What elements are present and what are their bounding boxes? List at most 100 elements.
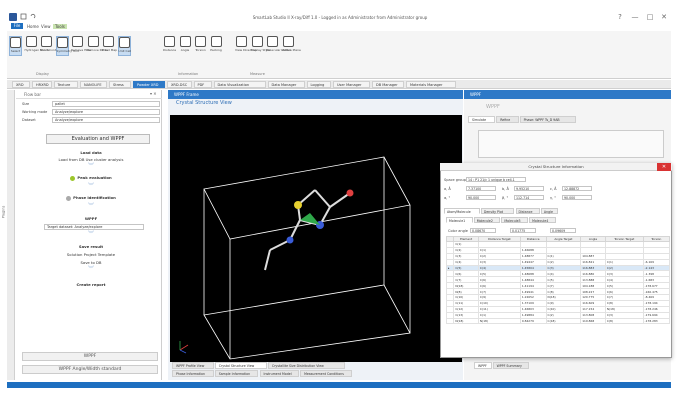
- wppf-tab[interactable]: Simulate: [468, 116, 496, 123]
- undo-quick-icon[interactable]: [29, 13, 36, 20]
- dialog-tab[interactable]: Density Plot: [480, 208, 515, 214]
- ribbon-button-model[interactable]: Molecular Model: [266, 36, 291, 56]
- dialog-subtab[interactable]: Molecule2: [473, 217, 501, 223]
- alpha-field[interactable]: 90.000: [466, 195, 496, 200]
- ribbon-tab-home[interactable]: Home: [27, 24, 39, 29]
- wppf-tab[interactable]: Phase: WPPF Ts_D 9AB: [519, 116, 576, 123]
- sulfur-atom: [294, 201, 302, 209]
- viewer-tab[interactable]: WPPF Profile View: [172, 362, 214, 369]
- ribbon-button-direction[interactable]: View Direction: [235, 36, 257, 56]
- ribbon-button-symmetry[interactable]: Symmetry Unit: [55, 36, 79, 56]
- wppf-bottom-tab[interactable]: WPPF Summary: [492, 362, 530, 369]
- atom-table[interactable]: Element Distance Target Distance Angle Targ…: [445, 236, 671, 325]
- main-tab[interactable]: Texture: [53, 81, 78, 88]
- main-tab[interactable]: Logging: [306, 81, 331, 88]
- ribbon-tab-tools[interactable]: Tools: [53, 24, 67, 29]
- ribbon-button-plane[interactable]: Lattice Plane: [282, 36, 301, 56]
- table-row[interactable]: N(18) N(18) 0.84279 C(18) 119.868 C(8) -178.28…: [445, 317, 671, 325]
- chevron-down-icon: ︾: [87, 231, 94, 238]
- plugins-sidebar[interactable]: [7, 90, 15, 380]
- pin-icon[interactable]: ▾ ✕: [150, 91, 157, 96]
- a-field[interactable]: 7.37100: [466, 186, 496, 191]
- cell-icon: [118, 37, 130, 48]
- ribbon-button-cursor[interactable]: Select: [9, 36, 22, 56]
- wppf-bottom-tab[interactable]: WPPF: [474, 362, 492, 369]
- beta-field[interactable]: 112.714: [514, 195, 544, 200]
- table-cell[interactable]: N(18): [453, 317, 479, 325]
- wppf-angle-width-button[interactable]: WPPF Angle/Width standard: [22, 365, 158, 374]
- viewer-tab[interactable]: Crystallite Size Distribution View: [267, 362, 346, 369]
- info-tab[interactable]: Instrument Model: [259, 370, 300, 377]
- maximize-button[interactable]: □: [645, 13, 655, 21]
- crystal-structure-canvas[interactable]: [170, 115, 462, 362]
- dialog-tab[interactable]: Atom/Molecule: [444, 208, 480, 214]
- table-cell[interactable]: 0.84279: [519, 317, 547, 325]
- step-phase-identification[interactable]: Phase identification: [26, 195, 156, 201]
- color-angle-field[interactable]: 0.08670: [470, 228, 496, 233]
- color-angle-field-2[interactable]: 0.01775: [510, 228, 536, 233]
- main-tab[interactable]: DB Manager: [372, 81, 404, 88]
- main-tab[interactable]: PDF: [193, 81, 212, 88]
- viewer-tab[interactable]: Crystal Structure View: [214, 362, 267, 369]
- main-tab[interactable]: Powder XRD: [133, 81, 165, 88]
- ribbon-button-distance[interactable]: Distance: [163, 36, 176, 56]
- b-field[interactable]: 9.95210: [514, 186, 544, 191]
- ribbon-tab-view[interactable]: View: [41, 24, 51, 29]
- save-target-radios[interactable]: Solution Project Template: [26, 252, 156, 257]
- table-cell[interactable]: -178.283: [642, 317, 671, 325]
- info-tab[interactable]: Phase Information: [172, 370, 214, 377]
- target-dataset-select[interactable]: Target dataset: Analyze/explore: [44, 224, 144, 230]
- load-options[interactable]: Load from DB Use cluster analysis: [26, 157, 156, 162]
- ribbon-button-contacts[interactable]: Short Contacts: [40, 36, 62, 56]
- working-mode-select[interactable]: Analyze/explore: [52, 109, 160, 115]
- info-tab[interactable]: Measurement Conditions: [300, 370, 353, 377]
- ribbon-button-cell[interactable]: Unit Cell: [117, 36, 131, 56]
- dialog-tab[interactable]: Angle: [540, 208, 559, 214]
- dialog-close-button[interactable]: ✕: [657, 163, 671, 171]
- space-group-select[interactable]: 14 : P1 21/c 1 unique b cell-1: [466, 177, 526, 182]
- main-tab[interactable]: User Manager: [333, 81, 370, 88]
- ribbon-button-hide[interactable]: Remove Hide: [71, 36, 91, 56]
- table-cell[interactable]: 119.868: [580, 317, 606, 325]
- table-cell[interactable]: C(8): [604, 317, 644, 325]
- main-tab[interactable]: Data Visualization: [213, 81, 266, 88]
- ribbon-button-hbond[interactable]: Hydrogen Bonds: [25, 36, 49, 56]
- wppf-button[interactable]: WPPF: [22, 352, 158, 361]
- main-tab[interactable]: HRXRD: [32, 81, 52, 88]
- ribbon-button-packing[interactable]: Packing: [210, 36, 223, 56]
- ribbon-button-angle[interactable]: Angle: [179, 36, 192, 56]
- ribbon-button-packs[interactable]: Remove Packs: [87, 36, 108, 56]
- size-select[interactable]: pallet: [52, 101, 160, 107]
- color-angle-field-3[interactable]: 0.09609: [550, 228, 576, 233]
- dataset-select[interactable]: Analyze/explore: [52, 117, 160, 123]
- table-cell[interactable]: N(18): [477, 317, 521, 325]
- ribbon-button-label: View Direction: [235, 48, 257, 52]
- ribbon-tab-file[interactable]: File: [11, 23, 23, 29]
- close-button[interactable]: ✕: [659, 13, 669, 21]
- main-tab[interactable]: Materials Manager: [406, 81, 456, 88]
- evaluation-wppf-button[interactable]: Evaluation and WPPF: [46, 134, 150, 144]
- main-tab[interactable]: NANOLIFE: [80, 81, 107, 88]
- ribbon-button-map[interactable]: Fixed Map: [102, 36, 117, 56]
- main-tab[interactable]: Stress: [109, 81, 131, 88]
- main-tab[interactable]: XRD-DSC: [167, 81, 192, 88]
- ribbon-button-style[interactable]: Display Style: [251, 36, 270, 56]
- c-field[interactable]: 12.88872: [562, 186, 592, 191]
- dialog-subtab[interactable]: Molecule1: [446, 217, 473, 223]
- step-create-report[interactable]: Create report: [26, 282, 156, 287]
- ribbon-button-torsion[interactable]: Torsion: [194, 36, 207, 56]
- dialog-subtab[interactable]: Molecule3: [501, 217, 529, 223]
- step-peak-evaluation[interactable]: Peak evaluation: [26, 175, 156, 181]
- minimize-button[interactable]: —: [630, 13, 640, 21]
- wppf-tab[interactable]: Refine: [496, 116, 519, 123]
- main-tab[interactable]: XRD: [12, 81, 30, 88]
- save-to-db-checkbox[interactable]: Save to DB: [26, 260, 156, 265]
- main-tab[interactable]: Data Manager: [267, 81, 305, 88]
- table-cell[interactable]: C(18): [545, 317, 582, 325]
- dialog-tab[interactable]: Distance: [515, 208, 540, 214]
- gamma-field[interactable]: 90.000: [562, 195, 592, 200]
- save-quick-icon[interactable]: [20, 13, 27, 20]
- info-tab[interactable]: Sample Information: [214, 370, 259, 377]
- dialog-subtab[interactable]: Molecule4: [529, 217, 556, 223]
- help-button[interactable]: ?: [615, 13, 625, 21]
